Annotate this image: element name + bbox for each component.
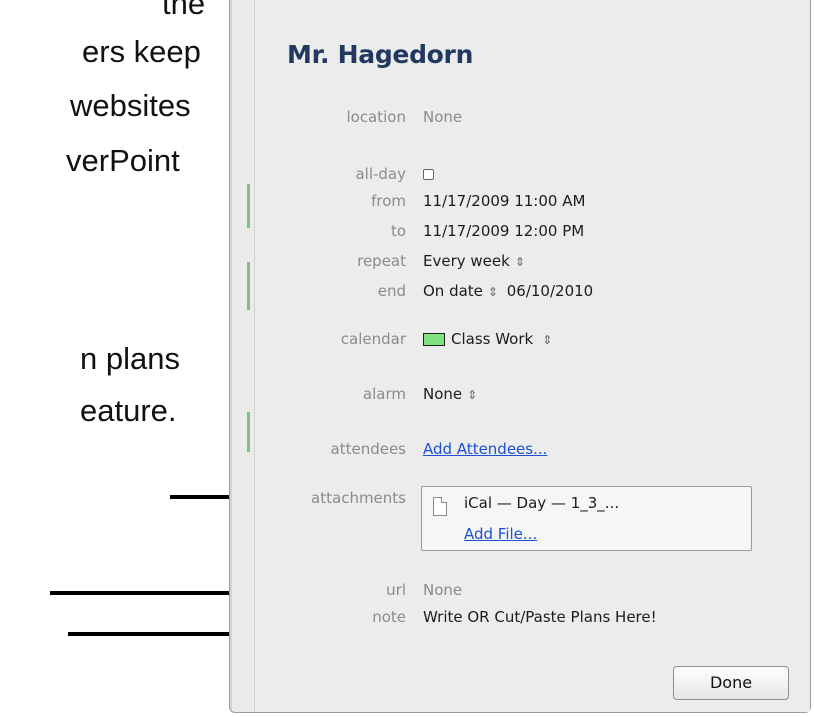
slide-text-line: ers keep — [82, 34, 201, 69]
note-label: note — [372, 608, 406, 626]
allday-checkbox[interactable] — [423, 169, 434, 180]
allday-checkbox-wrap — [423, 165, 434, 183]
event-info-panel — [229, 0, 811, 713]
attachments-label: attachments — [311, 489, 406, 507]
event-title[interactable]: Mr. Hagedorn — [287, 40, 473, 69]
alarm-label: alarm — [362, 385, 406, 403]
popup-stepper-icon: ⇕ — [542, 333, 553, 347]
url-label: url — [386, 581, 406, 599]
alarm-value: None — [423, 385, 463, 403]
panel-content-area — [254, 0, 810, 712]
end-controls: On date ⇕ 06/10/2010 — [423, 282, 593, 300]
alarm-popup[interactable]: None ⇕ — [423, 385, 477, 403]
calendar-value: Class Work — [451, 330, 534, 348]
end-mode-value: On date — [423, 282, 483, 300]
from-label: from — [371, 192, 406, 210]
attendees-link-wrap: Add Attendees... — [423, 440, 547, 458]
calendar-label: calendar — [340, 330, 406, 348]
from-value[interactable]: 11/17/2009 11:00 AM — [423, 192, 585, 210]
slide-text-line: the — [162, 0, 206, 21]
url-value[interactable]: None — [423, 581, 462, 599]
to-label: to — [390, 222, 406, 240]
repeat-popup[interactable]: Every week ⇕ — [423, 252, 525, 270]
attachment-file[interactable]: iCal — Day — 1_3_... — [464, 494, 619, 512]
popup-stepper-icon: ⇕ — [514, 255, 525, 269]
done-button[interactable]: Done — [673, 666, 789, 700]
end-label: end — [377, 282, 406, 300]
location-value[interactable]: None — [423, 108, 462, 126]
allday-label: all-day — [355, 165, 406, 183]
attachments-box: iCal — Day — 1_3_... Add File... — [421, 486, 752, 551]
slide-text-line: eature. — [80, 393, 177, 428]
location-label: location — [346, 108, 406, 126]
to-value[interactable]: 11/17/2009 12:00 PM — [423, 222, 584, 240]
note-value[interactable]: Write OR Cut/Paste Plans Here! — [423, 608, 657, 626]
popup-stepper-icon: ⇕ — [467, 388, 478, 402]
slide-text-line: n plans — [80, 341, 180, 376]
add-attendees-link[interactable]: Add Attendees... — [423, 440, 547, 458]
calendar-color-swatch — [423, 333, 445, 346]
calendar-color-edge — [247, 262, 250, 310]
calendar-color-edge — [247, 412, 250, 452]
document-icon — [433, 497, 447, 516]
slide-text-line: websites — [70, 88, 191, 123]
end-mode-popup[interactable]: On date ⇕ — [423, 282, 498, 300]
repeat-label: repeat — [357, 252, 406, 270]
popup-stepper-icon: ⇕ — [487, 285, 498, 299]
calendar-popup[interactable]: Class Work ⇕ — [423, 330, 552, 348]
slide-text-line: verPoint — [66, 143, 180, 178]
add-file-link[interactable]: Add File... — [464, 525, 537, 543]
attendees-label: attendees — [330, 440, 406, 458]
repeat-value: Every week — [423, 252, 510, 270]
calendar-color-edge — [247, 184, 250, 228]
end-date-field[interactable]: 06/10/2010 — [507, 282, 593, 300]
